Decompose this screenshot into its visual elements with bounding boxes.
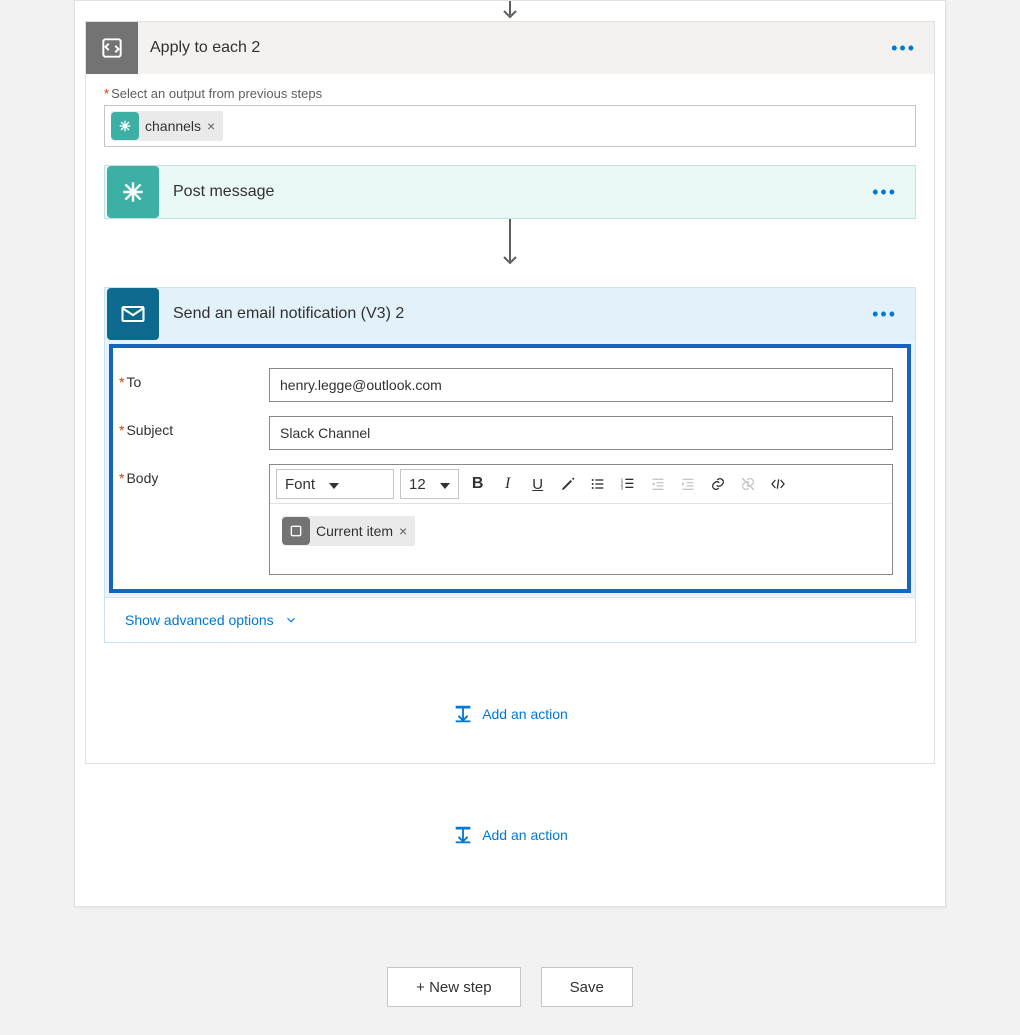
apply-to-each-card: Apply to each 2 ••• *Select an output fr… [85, 21, 935, 764]
slack-icon [111, 112, 139, 140]
mail-icon [107, 288, 159, 340]
font-select[interactable]: Font [276, 469, 394, 499]
add-action-label: Add an action [482, 827, 568, 843]
new-step-button[interactable]: + New step [387, 967, 520, 1007]
post-message-menu-button[interactable]: ••• [854, 182, 915, 203]
unlink-button[interactable] [735, 471, 761, 497]
indent-button[interactable] [675, 471, 701, 497]
font-size-label: 12 [409, 476, 426, 493]
to-label: *To [119, 368, 269, 390]
chevron-down-icon [329, 483, 339, 489]
add-action-button-inner[interactable]: Add an action [104, 703, 916, 725]
post-message-header[interactable]: Post message ••• [105, 166, 915, 218]
flow-arrow-icon [498, 219, 522, 269]
subject-input[interactable] [269, 416, 893, 450]
current-item-token: Current item × [282, 516, 415, 546]
body-content[interactable]: Current item × [270, 504, 892, 574]
current-item-token-remove[interactable]: × [399, 523, 407, 539]
color-button[interactable] [555, 471, 581, 497]
flow-arrow-icon [498, 1, 522, 21]
apply-to-each-title: Apply to each 2 [150, 39, 873, 57]
send-email-title: Send an email notification (V3) 2 [173, 305, 854, 323]
post-message-card: Post message ••• [104, 165, 916, 219]
body-editor: Font 12 B I U [269, 464, 893, 575]
send-email-menu-button[interactable]: ••• [854, 304, 915, 325]
svg-text:3: 3 [620, 485, 623, 490]
subject-label: *Subject [119, 416, 269, 438]
to-input[interactable] [269, 368, 893, 402]
add-action-label: Add an action [482, 706, 568, 722]
footer-actions: + New step Save [0, 967, 1020, 1007]
select-output-label: *Select an output from previous steps [104, 86, 916, 101]
add-action-button-outer[interactable]: Add an action [85, 824, 935, 846]
post-message-title: Post message [173, 183, 854, 201]
channels-token-label: channels [145, 118, 201, 134]
number-list-button[interactable]: 123 [615, 471, 641, 497]
flow-designer-canvas: Apply to each 2 ••• *Select an output fr… [74, 0, 946, 907]
send-email-card: Send an email notification (V3) 2 ••• *T… [104, 287, 916, 643]
slack-icon [107, 166, 159, 218]
add-action-icon [452, 824, 474, 846]
apply-to-each-header[interactable]: Apply to each 2 ••• [86, 22, 934, 74]
chevron-down-icon [440, 483, 450, 489]
channels-token: channels × [111, 111, 223, 141]
apply-to-each-menu-button[interactable]: ••• [873, 38, 934, 59]
send-email-header[interactable]: Send an email notification (V3) 2 ••• [105, 288, 915, 340]
apply-to-each-body: *Select an output from previous steps ch… [86, 74, 934, 763]
link-button[interactable] [705, 471, 731, 497]
foreach-icon [282, 517, 310, 545]
required-star: * [104, 86, 109, 101]
underline-button[interactable]: U [525, 471, 551, 497]
outdent-button[interactable] [645, 471, 671, 497]
italic-button[interactable]: I [495, 471, 521, 497]
show-advanced-options-label: Show advanced options [125, 612, 274, 628]
bullet-list-button[interactable] [585, 471, 611, 497]
save-button[interactable]: Save [541, 967, 633, 1007]
chevron-down-icon [284, 613, 298, 627]
font-select-label: Font [285, 476, 315, 493]
font-size-select[interactable]: 12 [400, 469, 459, 499]
show-advanced-options[interactable]: Show advanced options [105, 597, 915, 642]
foreach-icon [86, 22, 138, 74]
send-email-parameters: *To *Subject *Body [109, 344, 911, 593]
code-view-button[interactable] [765, 471, 791, 497]
current-item-token-label: Current item [316, 523, 393, 539]
body-label: *Body [119, 464, 269, 486]
rte-toolbar: Font 12 B I U [270, 465, 892, 504]
bold-button[interactable]: B [465, 471, 491, 497]
channels-token-remove[interactable]: × [207, 118, 215, 134]
add-action-icon [452, 703, 474, 725]
select-output-input[interactable]: channels × [104, 105, 916, 147]
